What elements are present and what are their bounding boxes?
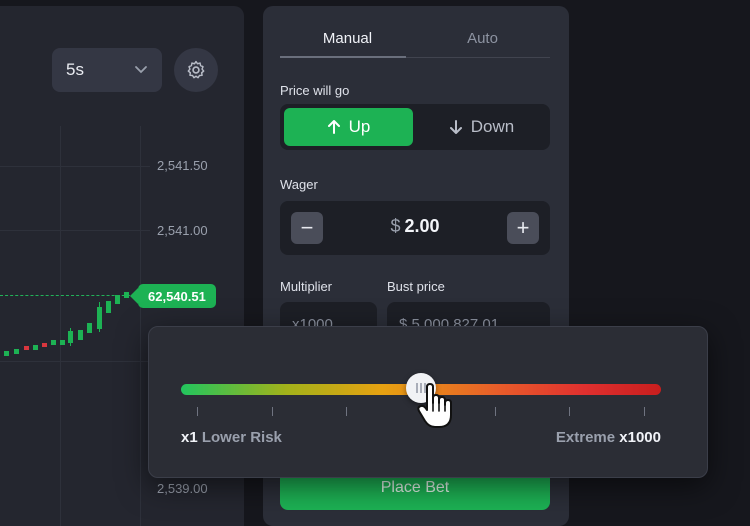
candle: [14, 349, 19, 354]
down-button[interactable]: Down: [417, 108, 546, 146]
slider-tick: [569, 407, 570, 416]
direction-label: Price will go: [280, 83, 350, 98]
gear-icon: [187, 60, 205, 79]
candle: [60, 340, 65, 345]
candle: [51, 340, 56, 345]
candle: [24, 346, 29, 350]
direction-toggle: Up Down: [280, 104, 550, 150]
timeframe-value: 5s: [66, 60, 84, 79]
candle: [106, 301, 111, 313]
slider-tick: [495, 407, 496, 416]
risk-min-value: x1: [181, 429, 198, 446]
chevron-down-icon: [135, 66, 147, 74]
slider-tick: [197, 407, 198, 416]
slider-tick: [272, 407, 273, 416]
candle: [33, 345, 38, 350]
wager-increase-button[interactable]: +: [507, 212, 539, 244]
up-button[interactable]: Up: [284, 108, 413, 146]
candle-wick: [99, 302, 100, 332]
price-tick: 2,541.50: [157, 158, 208, 173]
slider-tick: [346, 407, 347, 416]
grid-line: [0, 166, 150, 167]
candle: [78, 330, 83, 340]
tab-auto[interactable]: Auto: [415, 30, 550, 64]
candle-wick: [70, 328, 71, 346]
grid-line: [0, 361, 150, 362]
slider-tick: [644, 407, 645, 416]
chart-settings-button[interactable]: [174, 48, 218, 92]
risk-max-value: x1000: [619, 429, 661, 446]
arrow-down-icon: [449, 120, 462, 134]
candle: [87, 323, 92, 333]
wager-label: Wager: [280, 177, 318, 192]
risk-min-label: x1 Lower Risk: [181, 429, 282, 446]
up-label: Up: [348, 117, 371, 136]
wager-input[interactable]: − $2.00 +: [280, 201, 550, 255]
grid-line: [140, 126, 141, 526]
multiplier-slider-popup: x1 Lower Risk Extreme x1000: [148, 326, 708, 478]
grid-line: [60, 126, 61, 526]
arrow-up-icon: [327, 120, 340, 134]
down-label: Down: [470, 117, 515, 136]
wager-currency: $: [390, 216, 401, 236]
grid-line: [0, 230, 150, 231]
bust-price-label: Bust price: [387, 279, 445, 294]
tab-active-indicator: [280, 56, 406, 58]
tab-manual[interactable]: Manual: [280, 30, 415, 64]
candle: [124, 292, 129, 298]
candle: [115, 295, 120, 304]
risk-min-text: Lower Risk: [201, 429, 282, 446]
candle: [4, 351, 9, 356]
bet-mode-tabs: Manual Auto: [280, 30, 550, 64]
risk-max-text: Extreme: [555, 429, 616, 446]
timeframe-select[interactable]: 5s: [52, 48, 162, 92]
price-tick: 2,541.00: [157, 223, 208, 238]
wager-value: 2.00: [404, 216, 440, 236]
risk-max-label: Extreme x1000: [556, 429, 661, 446]
price-tick: 2,539.00: [157, 481, 208, 496]
candle: [42, 343, 47, 347]
current-price-badge: 62,540.51: [130, 284, 216, 308]
hand-cursor-icon: [417, 383, 452, 428]
multiplier-label: Multiplier: [280, 279, 333, 294]
